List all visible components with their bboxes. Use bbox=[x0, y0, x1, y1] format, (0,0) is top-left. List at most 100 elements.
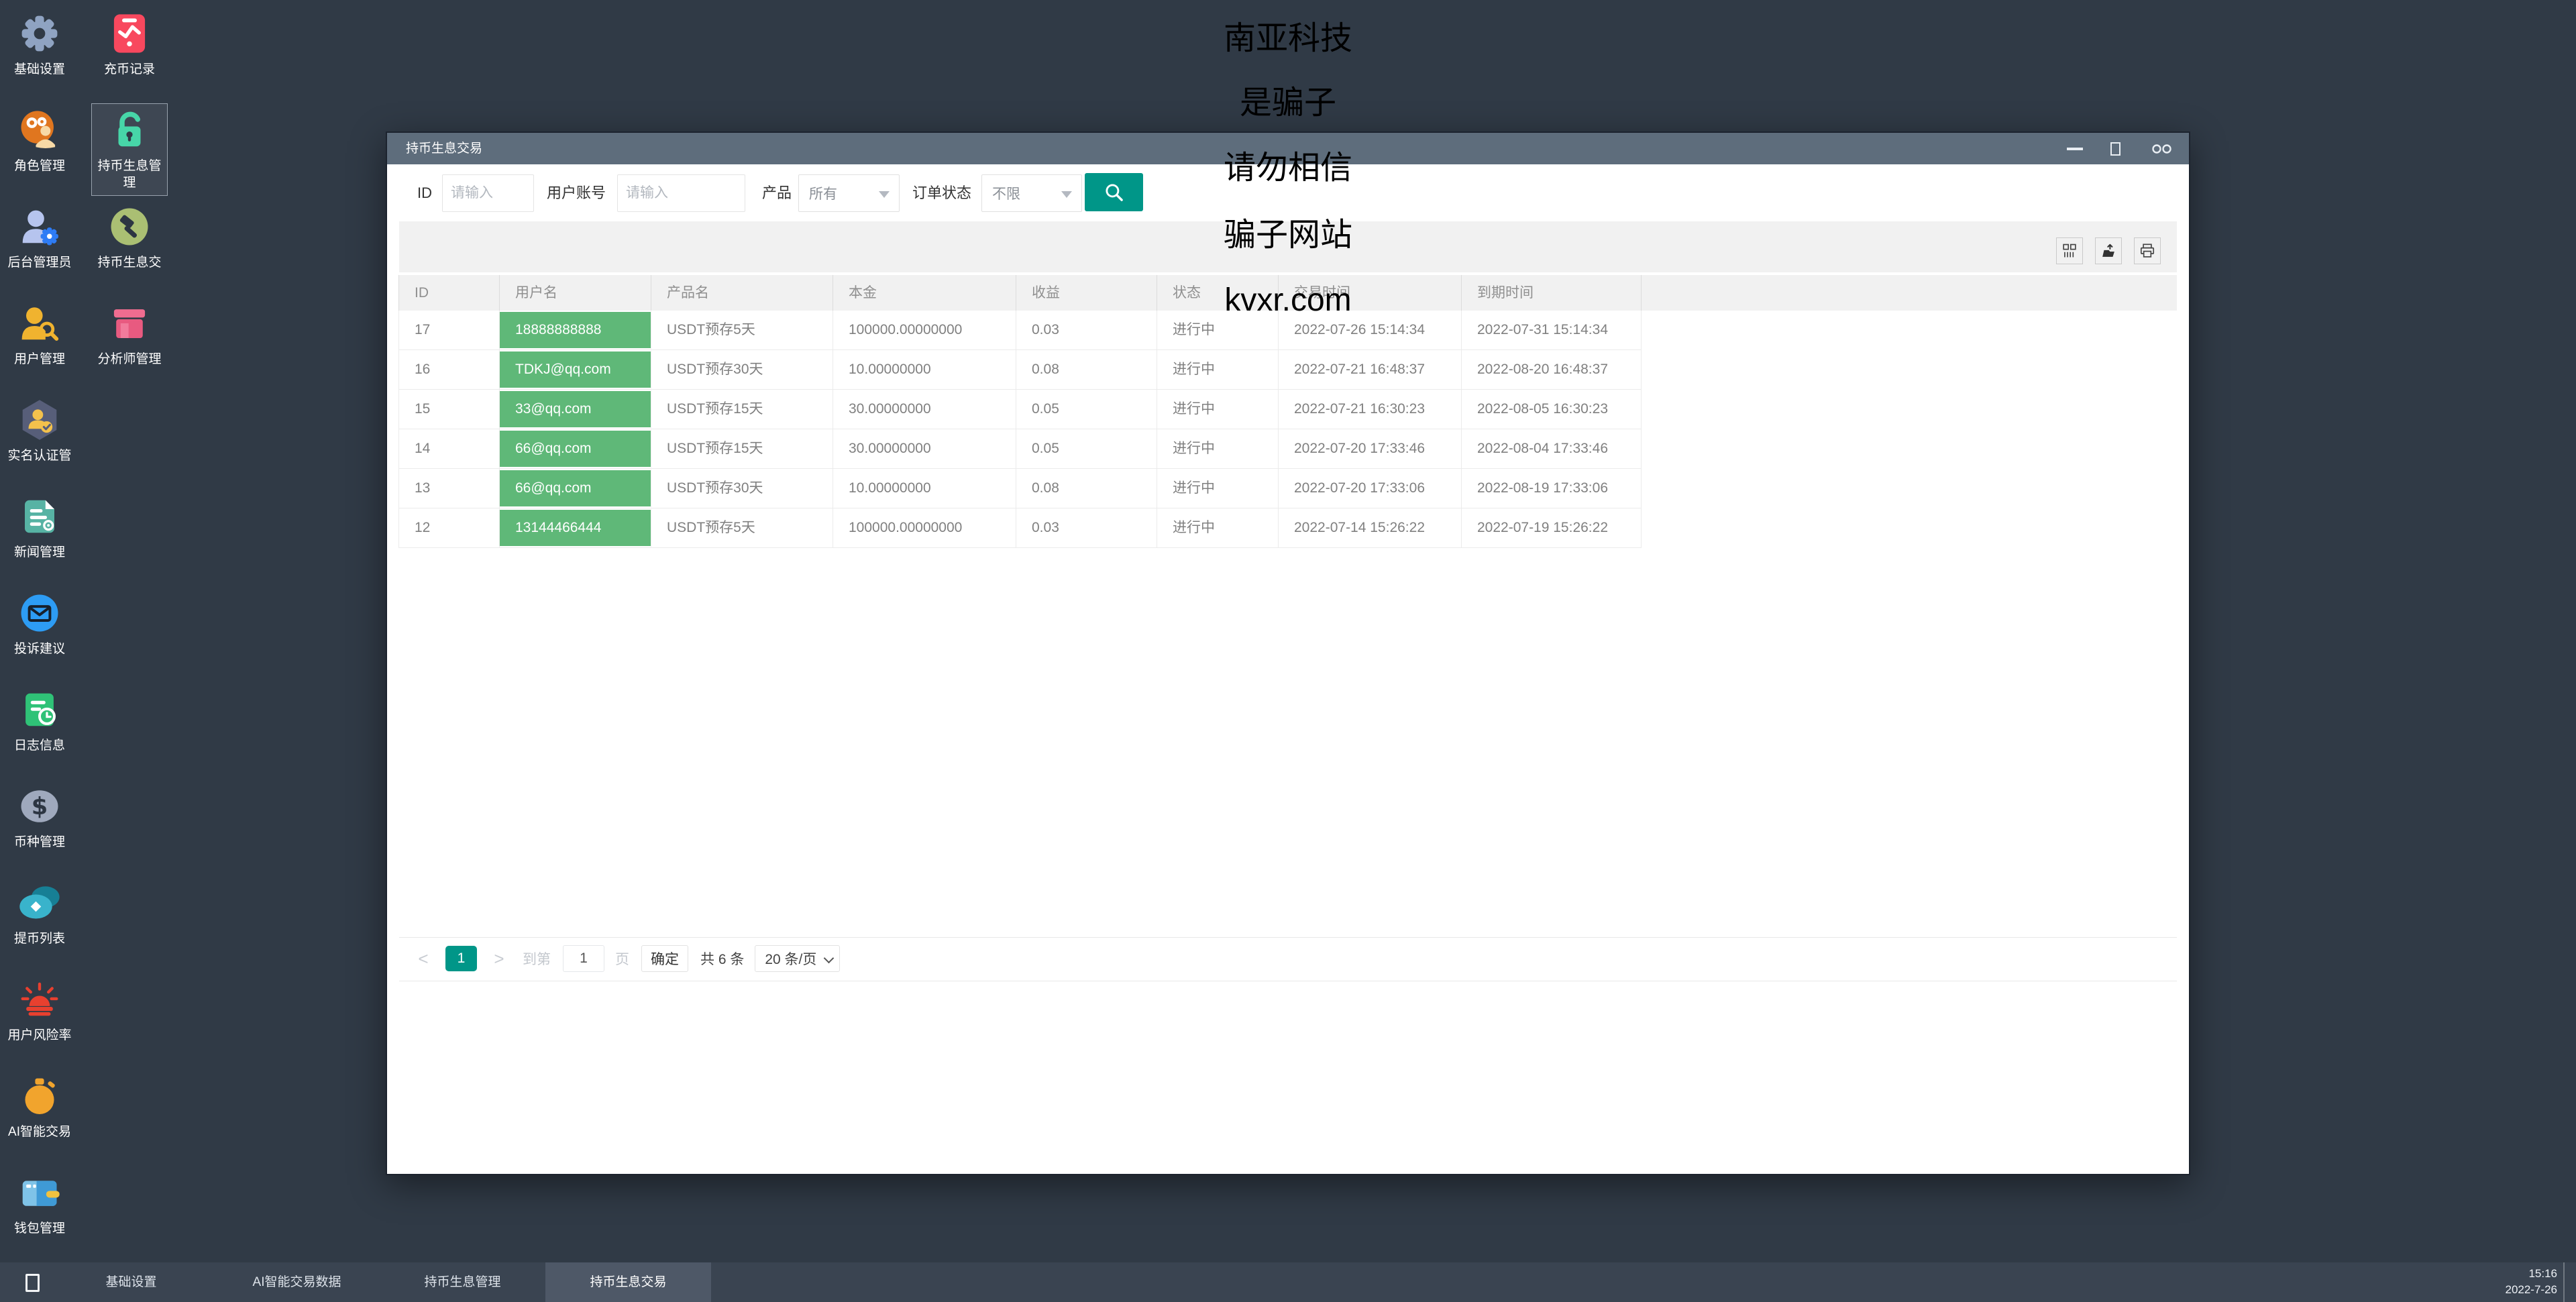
cell-profit: 0.08 bbox=[1016, 469, 1157, 508]
export-button[interactable] bbox=[2095, 237, 2122, 264]
cell-status: 进行中 bbox=[1157, 390, 1279, 429]
desktop-icon-user-management[interactable]: 用户管理 bbox=[1, 296, 78, 389]
account-filter-input[interactable] bbox=[617, 174, 745, 212]
cell-trade_time: 2022-07-20 17:33:46 bbox=[1279, 429, 1462, 468]
cell-product: USDT预存5天 bbox=[651, 508, 833, 547]
kyc-management-icon bbox=[17, 398, 62, 442]
divider bbox=[399, 937, 2177, 938]
cell-principal: 30.00000000 bbox=[833, 390, 1016, 429]
window-title: 持币生息交易 bbox=[406, 133, 482, 164]
cell-id: 15 bbox=[398, 390, 500, 429]
desktop-icon-recharge-record[interactable]: 充币记录 bbox=[91, 7, 168, 99]
desktop-icon-label: 用户风险率 bbox=[7, 1027, 71, 1044]
cell-expire_time: 2022-08-19 17:33:06 bbox=[1462, 469, 1642, 508]
minimize-button[interactable] bbox=[2061, 133, 2088, 164]
column-header: 产品名 bbox=[651, 275, 833, 311]
cell-user: 18888888888 bbox=[500, 311, 651, 349]
desktop-icon-label: 分析师管理 bbox=[97, 351, 161, 368]
desktop-icon-label: 钱包管理 bbox=[14, 1220, 65, 1237]
desktop-icon-withdraw-list[interactable]: 提币列表 bbox=[1, 876, 78, 969]
page-size-select[interactable]: 20 条/页 bbox=[755, 945, 840, 972]
cell-id: 17 bbox=[398, 311, 500, 349]
close-icon bbox=[2149, 144, 2177, 154]
print-button[interactable] bbox=[2134, 237, 2161, 264]
product-select[interactable]: 所有 bbox=[798, 174, 900, 212]
jump-suffix-label: 页 bbox=[615, 948, 629, 969]
start-button[interactable] bbox=[25, 1274, 40, 1292]
desktop-icon-ai-trade[interactable]: AI智能交易 bbox=[1, 1069, 78, 1162]
desktop-icon-complaint-suggest[interactable]: 投诉建议 bbox=[1, 586, 78, 679]
cell-id: 12 bbox=[398, 508, 500, 547]
order-status-select[interactable]: 不限 bbox=[981, 174, 1082, 212]
desktop-icon-kyc-management[interactable]: 实名认证管 bbox=[1, 393, 78, 486]
cell-id: 13 bbox=[398, 469, 500, 508]
cell-status: 进行中 bbox=[1157, 311, 1279, 349]
overlay-line: 是骗子 bbox=[0, 84, 2576, 123]
cell-expire_time: 2022-08-05 16:30:23 bbox=[1462, 390, 1642, 429]
account-filter-label: 用户账号 bbox=[547, 174, 606, 212]
desktop-icon-role-management[interactable]: 角色管理 bbox=[1, 103, 78, 196]
desktop-icon-hold-coin-manage[interactable]: 持币生息管理 bbox=[91, 103, 168, 196]
svg-text:$: $ bbox=[32, 793, 48, 820]
table-row: 1366@qq.comUSDT预存30天10.000000000.08进行中20… bbox=[398, 469, 1642, 508]
desktop-icon-backend-admin[interactable]: 后台管理员 bbox=[1, 200, 78, 292]
desktop-icon-label: 用户管理 bbox=[14, 351, 65, 368]
product-select-value: 所有 bbox=[809, 183, 837, 203]
clock-time: 15:16 bbox=[2505, 1266, 2557, 1282]
news-management-icon bbox=[17, 494, 62, 539]
desktop-icon-label: 角色管理 bbox=[14, 158, 65, 174]
taskbar-clock: 15:16 2022-7-26 bbox=[2505, 1266, 2557, 1298]
taskbar-tab-4[interactable]: 持币生息交易 bbox=[545, 1262, 711, 1302]
show-desktop-divider[interactable] bbox=[2563, 1262, 2565, 1302]
taskbar-tab-2[interactable]: AI智能交易数据 bbox=[214, 1262, 380, 1302]
cell-expire_time: 2022-08-04 17:33:46 bbox=[1462, 429, 1642, 468]
next-page-button[interactable]: > bbox=[492, 948, 506, 969]
page-1-button[interactable]: 1 bbox=[445, 946, 477, 971]
table-row: 1466@qq.comUSDT预存15天30.000000000.05进行中20… bbox=[398, 429, 1642, 469]
maximize-button[interactable] bbox=[2102, 133, 2129, 164]
desktop-icon-hold-coin-trade[interactable]: 持币生息交 bbox=[91, 200, 168, 292]
desktop-icon-wallet-management[interactable]: 钱包管理 bbox=[1, 1166, 78, 1258]
cell-profit: 0.03 bbox=[1016, 508, 1157, 547]
desktop-icon-currency-management[interactable]: $币种管理 bbox=[1, 779, 78, 872]
cell-principal: 100000.00000000 bbox=[833, 508, 1016, 547]
cell-user: 33@qq.com bbox=[500, 390, 651, 429]
cell-product: USDT预存15天 bbox=[651, 390, 833, 429]
columns-toggle-button[interactable] bbox=[2056, 237, 2083, 264]
cell-trade_time: 2022-07-21 16:48:37 bbox=[1279, 350, 1462, 389]
window-hold-coin-trade: 持币生息交易 ID 用户账号 产品 所有 订单状态 不限 bbox=[386, 131, 2190, 1175]
taskbar-tab-3[interactable]: 持币生息管理 bbox=[380, 1262, 545, 1302]
cell-principal: 10.00000000 bbox=[833, 350, 1016, 389]
cell-user: TDKJ@qq.com bbox=[500, 350, 651, 389]
cell-status: 进行中 bbox=[1157, 350, 1279, 389]
cell-trade_time: 2022-07-21 16:30:23 bbox=[1279, 390, 1462, 429]
desktop-icon-settings[interactable]: 基础设置 bbox=[1, 7, 78, 99]
column-header: ID bbox=[398, 275, 500, 311]
cell-trade_time: 2022-07-26 15:14:34 bbox=[1279, 311, 1462, 349]
desktop-icon-analyst-management[interactable]: 分析师管理 bbox=[91, 296, 168, 389]
hold-coin-trade-icon bbox=[107, 205, 152, 249]
close-button[interactable] bbox=[2146, 133, 2180, 164]
cell-status: 进行中 bbox=[1157, 508, 1279, 547]
jump-prefix-label: 到第 bbox=[523, 948, 551, 969]
table-body: 1718888888888 USDT预存5天100000.000000000.03… bbox=[398, 311, 1642, 548]
confirm-button[interactable]: 确定 bbox=[641, 945, 688, 972]
taskbar-tab-1[interactable]: 基础设置 bbox=[48, 1262, 214, 1302]
settings-icon bbox=[17, 11, 62, 56]
log-info-icon bbox=[17, 688, 62, 732]
desktop-icon-user-risk[interactable]: 用户风险率 bbox=[1, 973, 78, 1065]
search-button[interactable] bbox=[1085, 173, 1143, 211]
chevron-down-icon bbox=[824, 953, 835, 964]
column-header: 到期时间 bbox=[1462, 275, 1642, 311]
hold-coin-manage-icon bbox=[107, 108, 152, 152]
jump-page-input[interactable] bbox=[563, 945, 604, 972]
taskbar: 基础设置AI智能交易数据持币生息管理持币生息交易 15:16 2022-7-26 bbox=[0, 1262, 2576, 1302]
window-titlebar[interactable]: 持币生息交易 bbox=[387, 133, 2189, 164]
prev-page-button[interactable]: < bbox=[416, 948, 431, 969]
cell-id: 14 bbox=[398, 429, 500, 468]
id-filter-input[interactable] bbox=[442, 174, 534, 212]
desktop-icon-label: 后台管理员 bbox=[7, 254, 71, 271]
desktop-icon-log-info[interactable]: 日志信息 bbox=[1, 683, 78, 775]
desktop-icon-news-management[interactable]: 新闻管理 bbox=[1, 490, 78, 582]
cell-profit: 0.05 bbox=[1016, 390, 1157, 429]
